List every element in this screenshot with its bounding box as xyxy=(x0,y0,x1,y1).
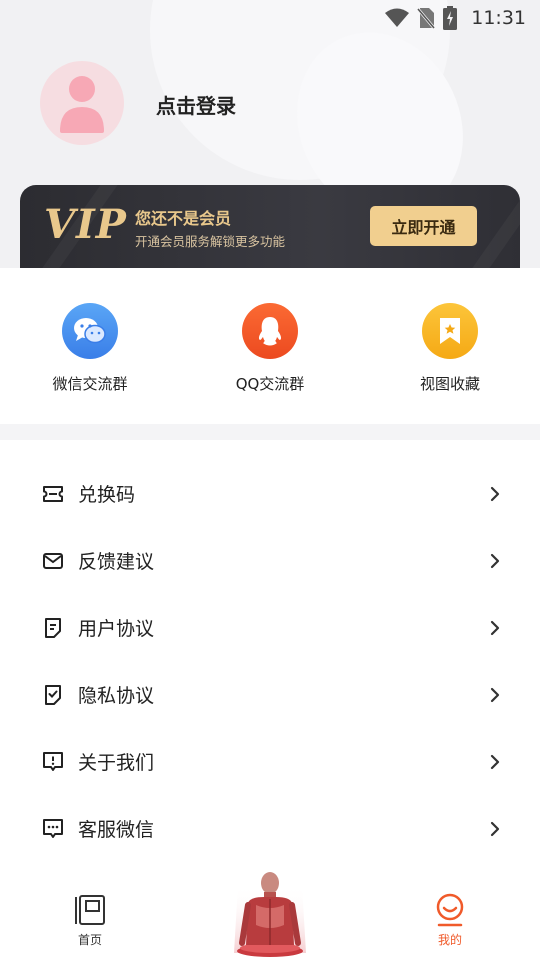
ticket-icon xyxy=(42,483,64,505)
vip-card: VIP 您还不是会员 开通会员服务解锁更多功能 立即开通 xyxy=(20,185,520,268)
no-sim-icon xyxy=(417,7,436,29)
wechat-icon xyxy=(62,303,118,359)
chevron-right-icon xyxy=(487,687,503,703)
menu-item-about-us[interactable]: 关于我们 xyxy=(0,728,540,795)
chevron-right-icon xyxy=(487,553,503,569)
nav-center-anatomy[interactable] xyxy=(228,865,312,960)
menu-item-customer-service-wechat[interactable]: 客服微信 xyxy=(0,795,540,862)
status-bar: 11:31 xyxy=(0,0,540,36)
document-icon xyxy=(42,617,64,639)
user-icon xyxy=(60,76,104,133)
quick-label: 视图收藏 xyxy=(419,375,480,393)
menu-label: 隐私协议 xyxy=(78,685,155,707)
vip-logo: VIP xyxy=(44,201,127,248)
bookmark-icon xyxy=(422,303,478,359)
menu-label: 反馈建议 xyxy=(78,551,155,573)
battery-charging-icon xyxy=(443,6,458,30)
quick-item-view-favorites[interactable]: 视图收藏 xyxy=(380,303,520,394)
menu-item-privacy-policy[interactable]: 隐私协议 xyxy=(0,661,540,728)
menu-label: 兑换码 xyxy=(78,484,136,506)
chevron-right-icon xyxy=(487,754,503,770)
quick-label: 微信交流群 xyxy=(52,375,128,393)
menu-label: 用户协议 xyxy=(78,618,155,640)
bottom-nav: 首页 我的 xyxy=(0,872,540,960)
shield-check-icon xyxy=(42,684,64,706)
info-chat-icon xyxy=(42,751,64,773)
quick-item-wechat-group[interactable]: 微信交流群 xyxy=(20,303,160,394)
login-link[interactable]: 点击登录 xyxy=(156,90,236,119)
nav-label: 首页 xyxy=(77,933,102,947)
menu-label: 关于我们 xyxy=(78,752,155,774)
chevron-right-icon xyxy=(487,821,503,837)
nav-tab-mine[interactable]: 我的 xyxy=(410,893,490,948)
nav-tab-home[interactable]: 首页 xyxy=(50,893,130,948)
qq-icon xyxy=(242,303,298,359)
avatar[interactable] xyxy=(40,61,124,145)
profile-header: 11:31 点击登录 VIP 您还不是会员 开通会员服务解锁更多功能 立即开通 xyxy=(0,0,540,268)
menu-label: 客服微信 xyxy=(78,819,155,841)
mail-icon xyxy=(42,550,64,572)
nav-label: 我的 xyxy=(437,933,462,947)
anatomy-figure-icon xyxy=(234,872,306,957)
open-vip-button[interactable]: 立即开通 xyxy=(370,206,477,246)
book-icon xyxy=(75,895,105,925)
status-time: 11:31 xyxy=(471,7,526,29)
vip-title: 您还不是会员 xyxy=(135,209,232,228)
menu-item-user-agreement[interactable]: 用户协议 xyxy=(0,594,540,661)
user-smile-icon xyxy=(436,893,464,927)
vip-subtitle: 开通会员服务解锁更多功能 xyxy=(135,234,286,249)
menu-item-redeem-code[interactable]: 兑换码 xyxy=(0,460,540,527)
quick-label: QQ交流群 xyxy=(235,375,305,393)
chevron-right-icon xyxy=(487,620,503,636)
chat-bubble-icon xyxy=(42,818,64,840)
quick-item-qq-group[interactable]: QQ交流群 xyxy=(200,303,340,394)
wifi-icon xyxy=(385,8,410,28)
section-divider xyxy=(0,424,540,440)
chevron-right-icon xyxy=(487,486,503,502)
quick-actions: 微信交流群 QQ交流群 视图收藏 xyxy=(0,268,540,424)
menu-item-feedback[interactable]: 反馈建议 xyxy=(0,527,540,594)
